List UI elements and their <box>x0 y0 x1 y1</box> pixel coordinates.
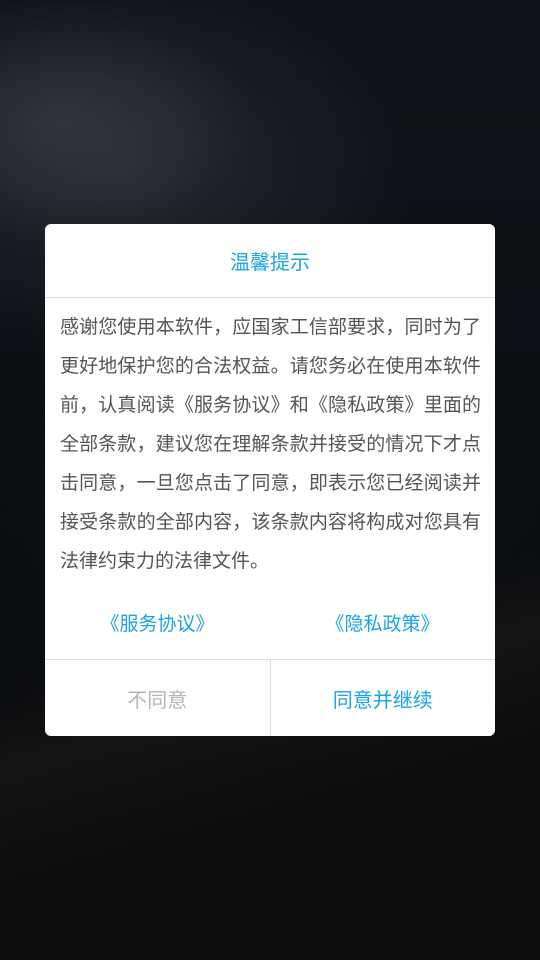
privacy-policy-link[interactable]: 《隐私政策》 <box>270 609 495 636</box>
policy-links: 《服务协议》 《隐私政策》 <box>45 584 495 660</box>
disagree-button[interactable]: 不同意 <box>45 660 271 736</box>
dialog-message: 感谢您使用本软件，应国家工信部要求，同时为了更好地保护您的合法权益。请您务必在使… <box>60 316 481 572</box>
agree-continue-button[interactable]: 同意并继续 <box>271 660 496 736</box>
dialog-title: 温馨提示 <box>45 224 495 298</box>
privacy-dialog: 温馨提示 感谢您使用本软件，应国家工信部要求，同时为了更好地保护您的合法权益。请… <box>45 224 495 736</box>
dialog-buttons: 不同意 同意并继续 <box>45 659 495 736</box>
service-agreement-link[interactable]: 《服务协议》 <box>45 609 270 636</box>
